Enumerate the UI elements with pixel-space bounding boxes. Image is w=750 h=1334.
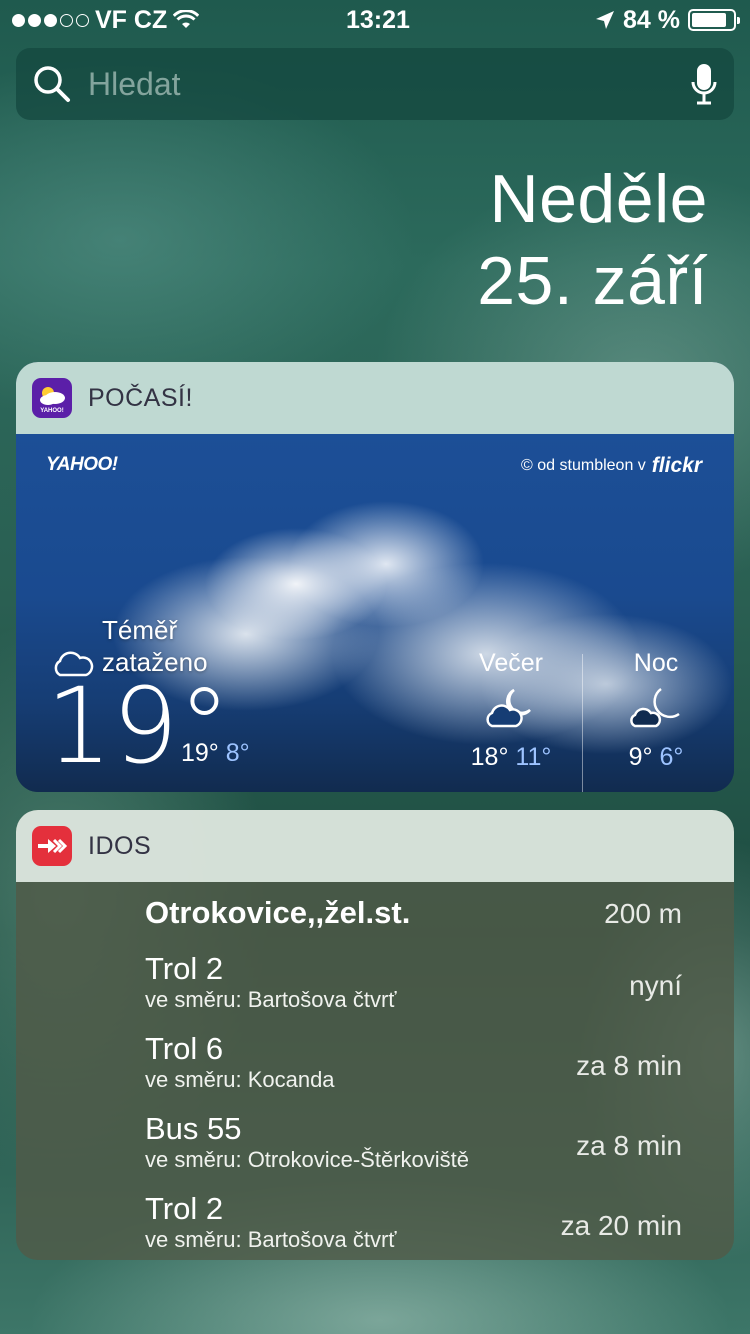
departure-direction: ve směru: Bartošova čtvrť bbox=[145, 987, 397, 1012]
search-icon bbox=[34, 66, 70, 102]
idos-body: Otrokovice,,žel.st. 200 m Trol 2 ve směr… bbox=[16, 882, 734, 1253]
flickr-logo: flickr bbox=[651, 454, 702, 477]
departure-eta: za 8 min bbox=[576, 1050, 682, 1081]
search-input[interactable]: Hledat bbox=[88, 66, 690, 103]
status-bar: VF CZ 13:21 84 % bbox=[0, 0, 750, 40]
forecast-night: Noc 9° 6° bbox=[616, 649, 696, 772]
station-row[interactable]: Otrokovice,,žel.st. 200 m bbox=[145, 896, 682, 930]
cloud-moon-icon bbox=[486, 688, 531, 728]
forecast-evening-label: Večer bbox=[479, 649, 543, 677]
forecast-night-label: Noc bbox=[633, 649, 679, 677]
idos-widget-header[interactable]: IDOS bbox=[16, 810, 734, 882]
microphone-icon[interactable] bbox=[690, 62, 718, 106]
forecast-evening-low: 11° bbox=[515, 743, 552, 771]
status-right: 84 % bbox=[595, 5, 740, 35]
clock: 13:21 bbox=[346, 5, 410, 34]
signal-strength-icon bbox=[12, 13, 89, 27]
day-label: 25. září bbox=[477, 243, 708, 319]
departure-row[interactable]: Trol 6 ve směru: Kocanda za 8 min bbox=[145, 1032, 682, 1094]
departure-line: Trol 2 bbox=[145, 951, 224, 986]
weather-widget-title: POČASÍ! bbox=[88, 383, 193, 412]
forecast-evening: Večer 18° 11° bbox=[466, 649, 556, 772]
departure-row[interactable]: Bus 55 ve směru: Otrokovice-Štěrkoviště … bbox=[145, 1112, 682, 1174]
departure-row[interactable]: Trol 2 ve směru: Bartošova čtvrť nyní bbox=[145, 952, 682, 1014]
condition-line-1: Téměř bbox=[102, 615, 178, 645]
forecast-divider bbox=[582, 654, 583, 792]
yahoo-logo: YAHOO! bbox=[46, 454, 118, 475]
forecast-night-high: 9° bbox=[628, 743, 653, 771]
station-distance: 200 m bbox=[604, 898, 682, 929]
idos-widget[interactable]: IDOS Otrokovice,,žel.st. 200 m Trol 2 ve… bbox=[16, 810, 734, 1260]
forecast-night-low: 6° bbox=[659, 743, 684, 771]
idos-widget-title: IDOS bbox=[88, 831, 152, 860]
carrier-label: VF CZ bbox=[95, 5, 168, 34]
battery-level bbox=[692, 13, 726, 27]
date-header: Neděle 25. září bbox=[477, 158, 708, 322]
today-high: 19° bbox=[181, 739, 219, 767]
yahoo-weather-app-icon: YAHOO! bbox=[32, 378, 72, 418]
status-left: VF CZ bbox=[12, 5, 200, 35]
today-low: 8° bbox=[225, 739, 250, 767]
search-bar[interactable]: Hledat bbox=[16, 48, 734, 120]
photo-credit[interactable]: © od stumbleon v flickr bbox=[521, 454, 702, 478]
moon-cloud-icon bbox=[630, 687, 680, 728]
battery-icon bbox=[688, 9, 740, 31]
today-high-low: 19° 8° bbox=[181, 739, 250, 768]
forecast-night-temps: 9° 6° bbox=[616, 743, 696, 772]
weather-widget[interactable]: YAHOO! POČASÍ! YAHOO! © od stumbleon v f… bbox=[16, 362, 734, 792]
location-arrow-icon bbox=[596, 11, 615, 29]
weather-widget-header[interactable]: YAHOO! POČASÍ! bbox=[16, 362, 734, 434]
wifi-icon bbox=[173, 10, 200, 28]
departure-eta: za 20 min bbox=[560, 1210, 682, 1241]
weather-body[interactable]: YAHOO! © od stumbleon v flickr Téměř zat… bbox=[16, 434, 734, 792]
station-name: Otrokovice,,žel.st. bbox=[145, 895, 411, 930]
photo-credit-text: © od stumbleon v bbox=[521, 457, 646, 474]
svg-text:YAHOO!: YAHOO! bbox=[40, 408, 63, 414]
weekday-label: Neděle bbox=[489, 161, 708, 237]
forecast-evening-high: 18° bbox=[470, 743, 509, 771]
departure-eta: za 8 min bbox=[576, 1130, 682, 1161]
departure-row[interactable]: Trol 2 ve směru: Bartošova čtvrť za 20 m… bbox=[145, 1192, 682, 1254]
battery-percent: 84 % bbox=[623, 5, 680, 34]
departure-eta: nyní bbox=[629, 970, 682, 1001]
idos-app-icon bbox=[32, 826, 72, 866]
forecast-evening-temps: 18° 11° bbox=[466, 743, 556, 772]
